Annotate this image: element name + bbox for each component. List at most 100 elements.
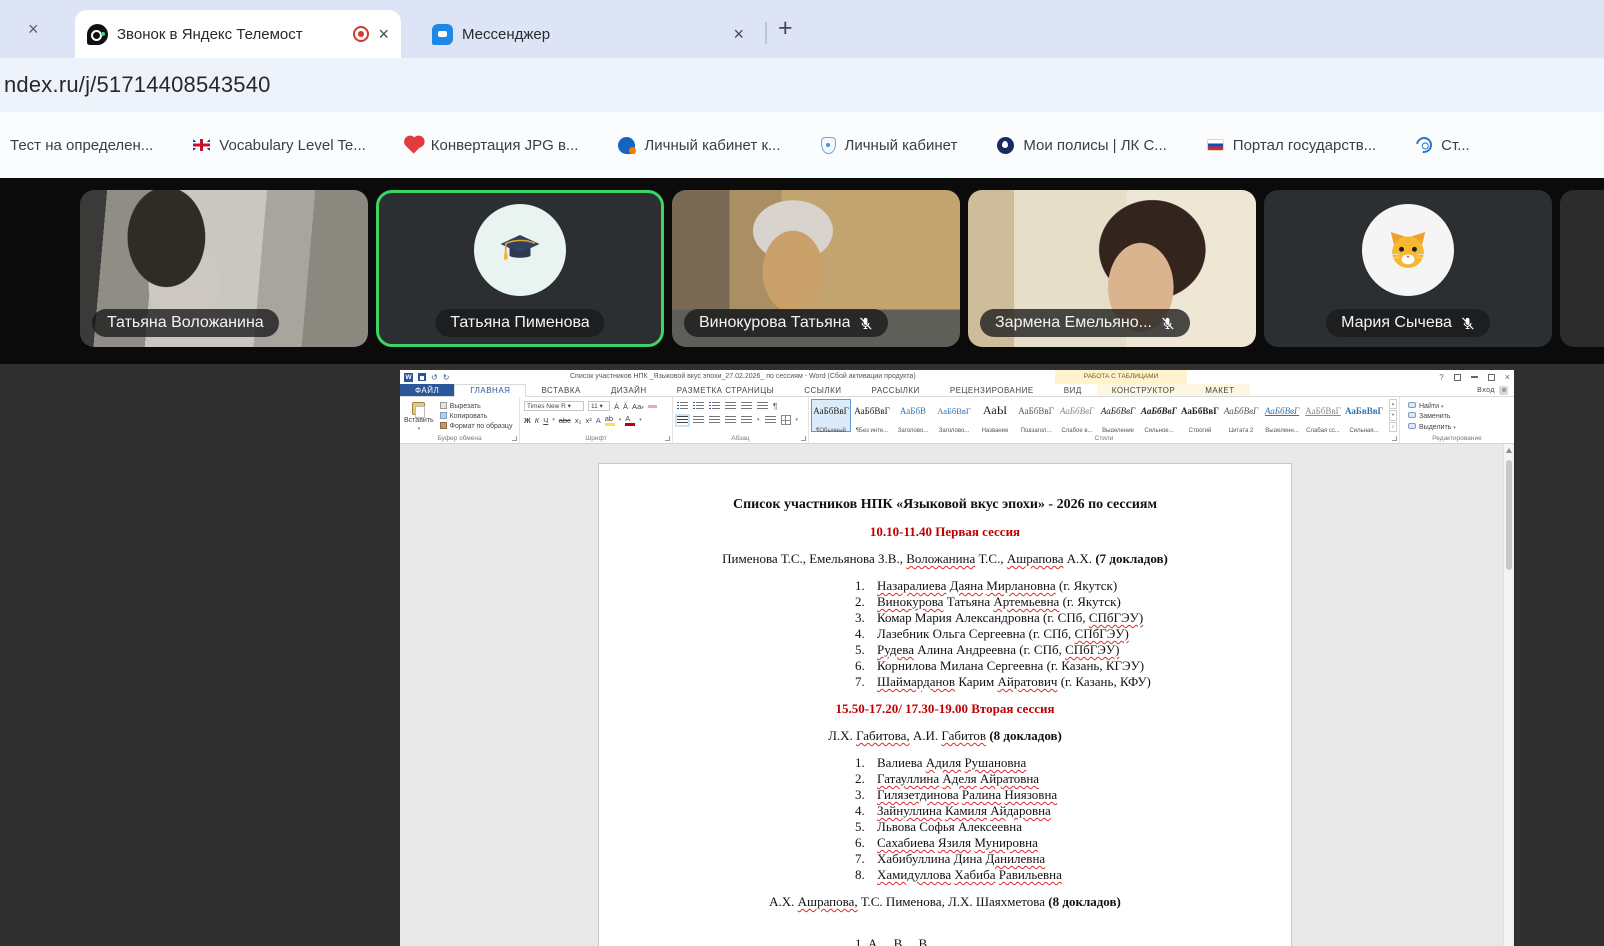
select-button[interactable]: Выделить ▾: [1408, 423, 1510, 431]
dialog-launcher-icon[interactable]: [665, 436, 670, 441]
dialog-launcher-icon[interactable]: [1392, 436, 1397, 441]
tab-close-icon[interactable]: ×: [733, 24, 744, 45]
bookmark-item[interactable]: Личный кабинет к...: [618, 137, 780, 154]
ribbon-tab-дизайн[interactable]: ДИЗАЙН: [596, 384, 662, 396]
bold-button[interactable]: Ж: [524, 416, 531, 425]
bookmark-item[interactable]: Портал государств...: [1207, 137, 1376, 154]
style-chip[interactable]: АаБбВвГ Слабая сс...: [1303, 399, 1343, 432]
styles-gallery-scrollbar[interactable]: ▲▼≡: [1388, 399, 1397, 432]
strikethrough-button[interactable]: abc: [559, 416, 571, 425]
scrollbar-thumb[interactable]: [1506, 460, 1512, 570]
sort-icon[interactable]: [757, 402, 768, 411]
restore-icon[interactable]: [1488, 374, 1495, 381]
ribbon-tab-конструктор[interactable]: КОНСТРУКТОР: [1097, 384, 1190, 396]
ribbon-tab-вид[interactable]: ВИД: [1049, 384, 1097, 396]
increase-indent-icon[interactable]: [741, 402, 752, 411]
justify-icon[interactable]: [725, 416, 736, 425]
dialog-launcher-icon[interactable]: [512, 436, 517, 441]
redo-icon[interactable]: ↻: [443, 373, 450, 382]
ribbon-tab-рассылки[interactable]: РАССЫЛКИ: [857, 384, 935, 396]
ribbon-tab-вставка[interactable]: ВСТАВКА: [526, 384, 595, 396]
replace-button[interactable]: Заменить: [1408, 412, 1510, 420]
participant-tile[interactable]: Татьяна Воложанина: [80, 190, 368, 347]
align-right-icon[interactable]: [709, 416, 720, 425]
participant-tile[interactable]: Мария Сычева: [1264, 190, 1552, 347]
bookmark-item[interactable]: Vocabulary Level Te...: [193, 137, 365, 154]
copy-button[interactable]: Копировать: [440, 412, 513, 420]
decrease-indent-icon[interactable]: [725, 402, 736, 411]
font-size-select[interactable]: 11 ▾: [588, 401, 610, 411]
borders-icon[interactable]: [781, 415, 791, 425]
subscript-button[interactable]: x₂: [575, 416, 582, 425]
italic-button[interactable]: К: [535, 416, 539, 425]
bullet-list-icon[interactable]: [677, 402, 688, 411]
style-chip[interactable]: АаБбВвГ Сильное...: [1139, 399, 1179, 432]
superscript-button[interactable]: x²: [585, 416, 591, 425]
style-chip[interactable]: АаБбВвГ Выделение: [1098, 399, 1138, 432]
ribbon-tab-файл[interactable]: ФАЙЛ: [400, 384, 454, 396]
font-family-select[interactable]: Times New R ▾: [524, 401, 584, 411]
style-chip[interactable]: АаБбВвГ Заголово...: [934, 399, 974, 432]
ribbon-display-icon[interactable]: [1454, 374, 1461, 381]
font-color-button[interactable]: А: [625, 414, 635, 426]
minimize-icon[interactable]: [1471, 376, 1478, 378]
participant-tile[interactable]: Татьяна Пименова: [376, 190, 664, 347]
style-chip[interactable]: АаБбВвГ Подзагол...: [1016, 399, 1056, 432]
bookmark-item[interactable]: Личный кабинет: [821, 137, 958, 154]
bookmark-item[interactable]: Тест на определен...: [10, 137, 153, 154]
style-chip[interactable]: АаБбВ Заголово...: [893, 399, 933, 432]
bookmark-item[interactable]: Ст...: [1416, 137, 1470, 154]
tab-close-icon[interactable]: ×: [378, 24, 389, 45]
multilevel-list-icon[interactable]: [709, 402, 720, 411]
help-icon[interactable]: ?: [1439, 373, 1443, 382]
undo-icon[interactable]: ↺: [431, 373, 438, 382]
change-case-button[interactable]: Аа▾: [632, 402, 644, 411]
participant-tile[interactable]: Зармена Емельяно...: [968, 190, 1256, 347]
style-chip[interactable]: АаБбВвГ ¶Без инте...: [852, 399, 892, 432]
style-chip[interactable]: АаБбВвГ Слабое в...: [1057, 399, 1097, 432]
ribbon-tab-разметка страницы[interactable]: РАЗМЕТКА СТРАНИЦЫ: [662, 384, 790, 396]
style-chip[interactable]: АаЫ Название: [975, 399, 1015, 432]
highlight-button[interactable]: ab: [605, 414, 615, 426]
sign-in[interactable]: Вход: [1477, 384, 1508, 397]
address-bar[interactable]: ndex.ru/j/51714408543540: [0, 58, 1604, 112]
style-chip[interactable]: АаБбВвГ Строгий: [1180, 399, 1220, 432]
participant-tile-partial[interactable]: [1560, 190, 1604, 347]
ribbon-tab-главная[interactable]: ГЛАВНАЯ: [454, 384, 526, 397]
text-effects-button[interactable]: А: [596, 416, 601, 425]
cut-button[interactable]: Вырезать: [440, 402, 513, 410]
style-chip[interactable]: АаБбВвГ Выделенн...: [1262, 399, 1302, 432]
bookmark-item[interactable]: Конвертация JPG в...: [406, 137, 579, 154]
save-icon[interactable]: [418, 373, 426, 381]
ribbon-tab-ссылки[interactable]: ССЫЛКИ: [789, 384, 856, 396]
style-chip[interactable]: АаБбВвГ Цитата 2: [1221, 399, 1261, 432]
shading-icon[interactable]: [765, 416, 776, 425]
scroll-up-icon[interactable]: [1506, 448, 1512, 453]
numbered-list-icon[interactable]: [693, 402, 704, 411]
paste-button[interactable]: Вставить ▾: [404, 400, 434, 432]
format-painter-button[interactable]: Формат по образцу: [440, 422, 513, 430]
dialog-launcher-icon[interactable]: [801, 436, 806, 441]
tab-telemost-call[interactable]: Звонок в Яндекс Телемост ×: [75, 10, 401, 58]
new-tab-button[interactable]: +: [778, 14, 793, 43]
tab-messenger[interactable]: Мессенджер ×: [420, 12, 756, 56]
pilcrow-icon[interactable]: ¶: [773, 402, 777, 411]
vertical-scrollbar[interactable]: [1503, 444, 1513, 946]
close-window-icon[interactable]: ×: [1505, 372, 1510, 382]
style-chip[interactable]: АаБбВвГ ¶Обычный: [811, 399, 851, 432]
underline-button[interactable]: Ч: [543, 416, 548, 425]
find-button[interactable]: Найти ▾: [1408, 402, 1510, 410]
close-icon[interactable]: ×: [28, 19, 39, 40]
shrink-font-button[interactable]: А̌: [623, 402, 628, 411]
bookmark-item[interactable]: Мои полисы | ЛК С...: [997, 137, 1166, 154]
document-page[interactable]: Список участников НПК «Языковой вкус эпо…: [598, 463, 1292, 946]
ribbon-tab-рецензирование[interactable]: РЕЦЕНЗИРОВАНИЕ: [935, 384, 1049, 396]
grow-font-button[interactable]: А́: [614, 402, 619, 411]
align-center-icon[interactable]: [693, 416, 704, 425]
align-left-icon[interactable]: [677, 416, 688, 425]
style-chip[interactable]: АаБвВвГ Сильная...: [1344, 399, 1384, 432]
participant-tile[interactable]: Винокурова Татьяна: [672, 190, 960, 347]
ribbon-tab-макет[interactable]: МАКЕТ: [1190, 384, 1249, 396]
line-spacing-icon[interactable]: [741, 416, 752, 425]
clear-format-icon[interactable]: [648, 405, 657, 408]
